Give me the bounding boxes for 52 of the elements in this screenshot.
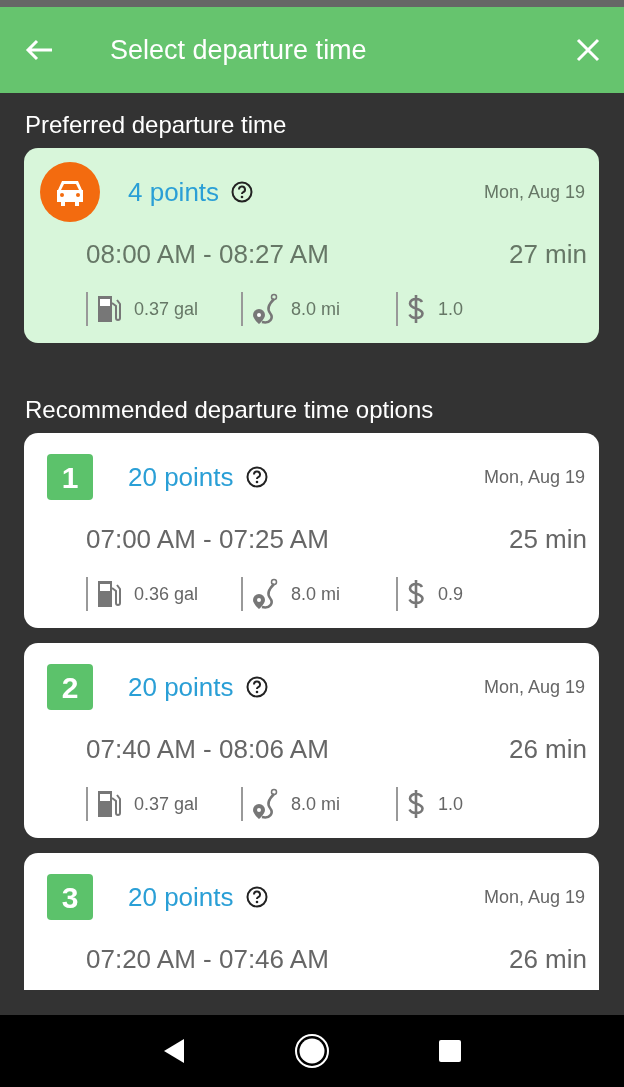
cost: 0.9	[438, 582, 464, 606]
fuel-amount: 0.36 gal	[134, 582, 199, 606]
route-icon	[251, 788, 279, 821]
time-range: 07:20 AM - 07:46 AM	[86, 942, 329, 976]
rank-badge: 2	[47, 664, 93, 711]
help-icon[interactable]	[245, 886, 268, 909]
departure-card[interactable]: 4 points Mon, Aug 19 08:00 AM - 08:27 AM 27 min 0.37 gal 8.0 mi 1.0	[24, 148, 599, 344]
fuel-pump-icon	[96, 579, 122, 610]
rank-badge: 3	[47, 874, 93, 921]
help-icon[interactable]	[245, 466, 268, 489]
duration: 26 min	[508, 732, 587, 766]
date-label: Mon, Aug 19	[483, 465, 585, 489]
points-link[interactable]: 20 points	[128, 667, 234, 707]
section-heading: Preferred departure time	[24, 110, 288, 140]
car-icon	[40, 162, 100, 223]
duration: 26 min	[508, 942, 587, 976]
fuel-amount: 0.37 gal	[134, 297, 199, 321]
fuel-pump-icon	[96, 294, 122, 325]
departure-card[interactable]: 2 20 points Mon, Aug 19 07:40 AM - 08:06 AM 26 min 0.37 gal 8.0 mi 1.0	[24, 643, 599, 839]
departure-card[interactable]: 3 20 points Mon, Aug 19 07:20 AM - 07:46 AM 26 min	[24, 853, 599, 990]
time-range: 07:00 AM - 07:25 AM	[86, 522, 329, 556]
home-nav-icon[interactable]	[294, 1033, 330, 1069]
screen-title: Select departure time	[110, 33, 367, 67]
cost: 1.0	[438, 792, 464, 816]
distance: 8.0 mi	[291, 792, 341, 816]
dollar-icon	[406, 579, 426, 610]
date-label: Mon, Aug 19	[483, 885, 585, 909]
departure-card[interactable]: 1 20 points Mon, Aug 19 07:00 AM - 07:25 AM 25 min 0.36 gal 8.0 mi 0.9	[24, 433, 599, 629]
distance: 8.0 mi	[291, 582, 341, 606]
cost: 1.0	[438, 297, 464, 321]
section-heading: Recommended departure time options	[24, 395, 435, 426]
points-link[interactable]: 20 points	[128, 877, 234, 917]
dollar-icon	[406, 294, 426, 325]
route-icon	[251, 578, 279, 611]
date-label: Mon, Aug 19	[483, 180, 585, 204]
dollar-icon	[406, 789, 426, 820]
recents-nav-icon[interactable]	[438, 1039, 462, 1063]
route-icon	[251, 293, 279, 326]
fuel-amount: 0.37 gal	[134, 792, 199, 816]
duration: 25 min	[508, 522, 587, 556]
points-link[interactable]: 4 points	[128, 172, 220, 212]
date-label: Mon, Aug 19	[483, 675, 585, 699]
help-icon[interactable]	[231, 181, 254, 204]
rank-badge: 1	[47, 454, 93, 501]
back-nav-icon[interactable]	[162, 1038, 186, 1064]
time-range: 07:40 AM - 08:06 AM	[86, 732, 329, 766]
duration: 27 min	[508, 237, 587, 271]
distance: 8.0 mi	[291, 297, 341, 321]
time-range: 08:00 AM - 08:27 AM	[86, 237, 329, 271]
fuel-pump-icon	[96, 789, 122, 820]
help-icon[interactable]	[245, 676, 268, 699]
points-link[interactable]: 20 points	[128, 457, 234, 497]
